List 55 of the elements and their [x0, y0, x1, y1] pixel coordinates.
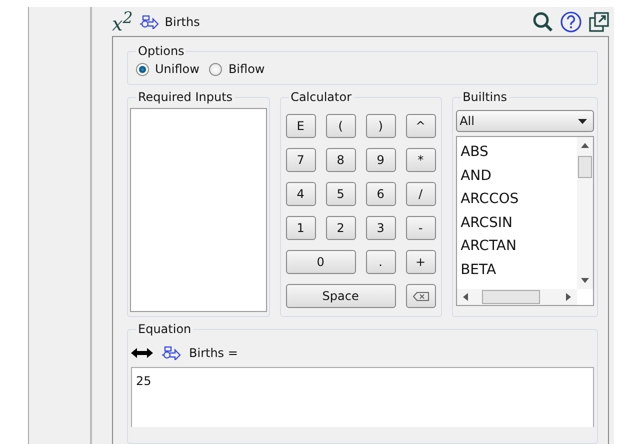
calculator-key[interactable]: - — [406, 216, 436, 240]
group-title: Calculator — [288, 90, 354, 104]
calculator-key[interactable]: ( — [326, 114, 356, 138]
double-arrow-icon[interactable] — [131, 348, 153, 358]
search-icon[interactable] — [532, 10, 554, 32]
calculator-key[interactable]: / — [406, 182, 436, 206]
help-icon[interactable] — [560, 10, 582, 32]
scroll-left-icon[interactable] — [462, 293, 468, 301]
radio-option[interactable]: Biflow — [209, 62, 265, 76]
horizontal-scrollbar[interactable] — [456, 289, 577, 305]
function-item[interactable]: ARCTAN — [460, 235, 573, 259]
calculator-key[interactable]: 1 — [286, 216, 316, 240]
equation-label: Births = — [189, 346, 238, 360]
calculator-key[interactable]: 5 — [326, 182, 356, 206]
calculator-key[interactable]: 3 — [366, 216, 396, 240]
scroll-thumb[interactable] — [482, 290, 540, 304]
calculator-key[interactable]: ^ — [406, 114, 436, 138]
function-item[interactable]: ARCCOS — [460, 188, 573, 212]
group-title: Options — [136, 44, 186, 58]
function-item[interactable]: AND — [460, 164, 573, 188]
calculator-key[interactable]: 6 — [366, 182, 396, 206]
group-title: Builtins — [460, 90, 509, 104]
popout-icon[interactable] — [588, 10, 610, 32]
backspace-key[interactable] — [406, 284, 436, 308]
scroll-up-icon[interactable] — [581, 143, 589, 148]
backspace-icon — [412, 292, 429, 300]
variable-name: Births — [164, 14, 200, 28]
calculator-key[interactable]: Space — [286, 284, 396, 308]
calculator-key[interactable]: 4 — [286, 182, 316, 206]
scroll-down-icon[interactable] — [581, 278, 589, 283]
function-item[interactable]: ARCSIN — [460, 212, 573, 236]
function-item[interactable]: BETA — [460, 258, 573, 283]
calculator-key[interactable]: + — [406, 250, 436, 274]
scroll-right-icon[interactable] — [566, 293, 571, 301]
calculator-key[interactable]: 8 — [326, 148, 356, 172]
group-title: Required Inputs — [136, 90, 235, 104]
calculator-key[interactable]: 2 — [326, 216, 356, 240]
group-title: Equation — [136, 322, 194, 336]
calculator-key[interactable]: . — [366, 250, 396, 274]
equation-field[interactable]: 25 — [131, 367, 594, 427]
category-dropdown[interactable]: All — [456, 110, 594, 132]
calculator-key[interactable]: E — [286, 114, 316, 138]
flow-icon — [161, 346, 181, 360]
calculator-key[interactable]: 9 — [366, 148, 396, 172]
vertical-scrollbar[interactable] — [577, 137, 593, 289]
caret-icon — [578, 118, 587, 124]
scroll-thumb[interactable] — [578, 156, 592, 178]
calculator-key[interactable]: * — [406, 148, 436, 172]
function-item[interactable]: ABS — [460, 141, 573, 165]
calculator-key[interactable]: 7 — [286, 148, 316, 172]
calculator-key[interactable]: 0 — [286, 250, 356, 274]
radio-option[interactable]: Uniflow — [136, 62, 200, 76]
calculator-key[interactable]: ) — [366, 114, 396, 138]
flow-icon — [138, 14, 159, 28]
formula-label: x$^{2}$ — [112, 8, 133, 36]
